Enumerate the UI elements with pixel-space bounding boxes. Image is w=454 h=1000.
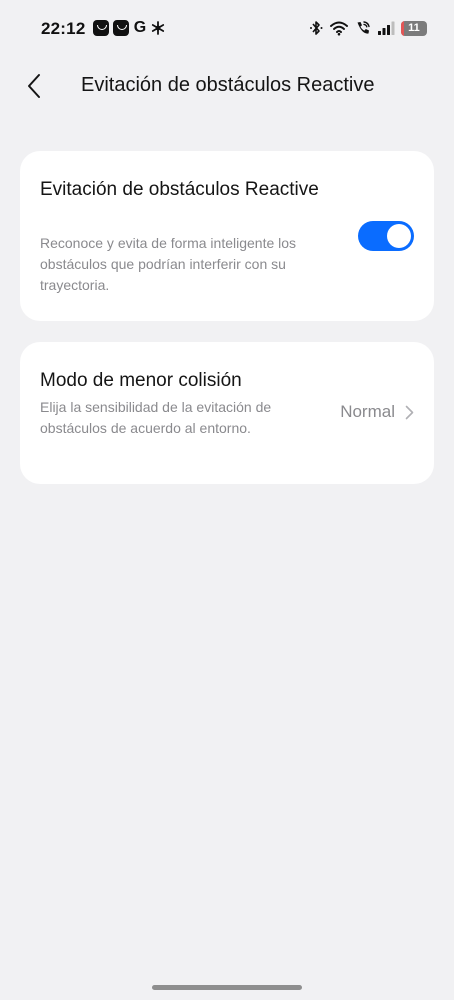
- reactive-setting-title: Evitación de obstáculos Reactive: [40, 179, 319, 200]
- g-app-icon: G: [133, 19, 147, 36]
- system-icons: 11: [309, 20, 427, 36]
- bluetooth-icon: [310, 21, 323, 35]
- battery-icon: 11: [401, 20, 427, 36]
- reactive-setting-description: Reconoce y evita de forma inteligente lo…: [40, 235, 297, 293]
- status-bar: 22:12 G 11: [0, 0, 454, 54]
- home-indicator[interactable]: [152, 985, 302, 990]
- app-smile-icon: [113, 20, 129, 36]
- snowflake-icon: [151, 21, 165, 35]
- collision-mode-value-row[interactable]: Normal: [340, 402, 414, 422]
- reactive-toggle[interactable]: [358, 221, 414, 251]
- signal-icon: [378, 21, 395, 35]
- chevron-right-icon: [405, 405, 414, 419]
- wifi-icon: [330, 21, 348, 36]
- notification-icons: G: [93, 20, 165, 36]
- app-smile-icon: [93, 20, 109, 36]
- page-title: Evitación de obstáculos Reactive: [81, 74, 375, 96]
- chevron-left-icon: [28, 74, 40, 98]
- battery-level: 11: [408, 21, 420, 34]
- status-time: 22:12: [41, 19, 86, 38]
- back-button[interactable]: [18, 68, 50, 104]
- collision-mode-card[interactable]: Modo de menor colisión Elija la sensibil…: [20, 342, 434, 484]
- wifi-calling-icon: [357, 21, 370, 34]
- collision-mode-value: Normal: [340, 402, 395, 421]
- collision-mode-title: Modo de menor colisión: [40, 370, 242, 391]
- toggle-knob: [387, 224, 411, 248]
- collision-mode-description: Elija la sensibilidad de la evitación de…: [40, 399, 272, 436]
- reactive-setting-card[interactable]: Evitación de obstáculos Reactive Reconoc…: [20, 151, 434, 321]
